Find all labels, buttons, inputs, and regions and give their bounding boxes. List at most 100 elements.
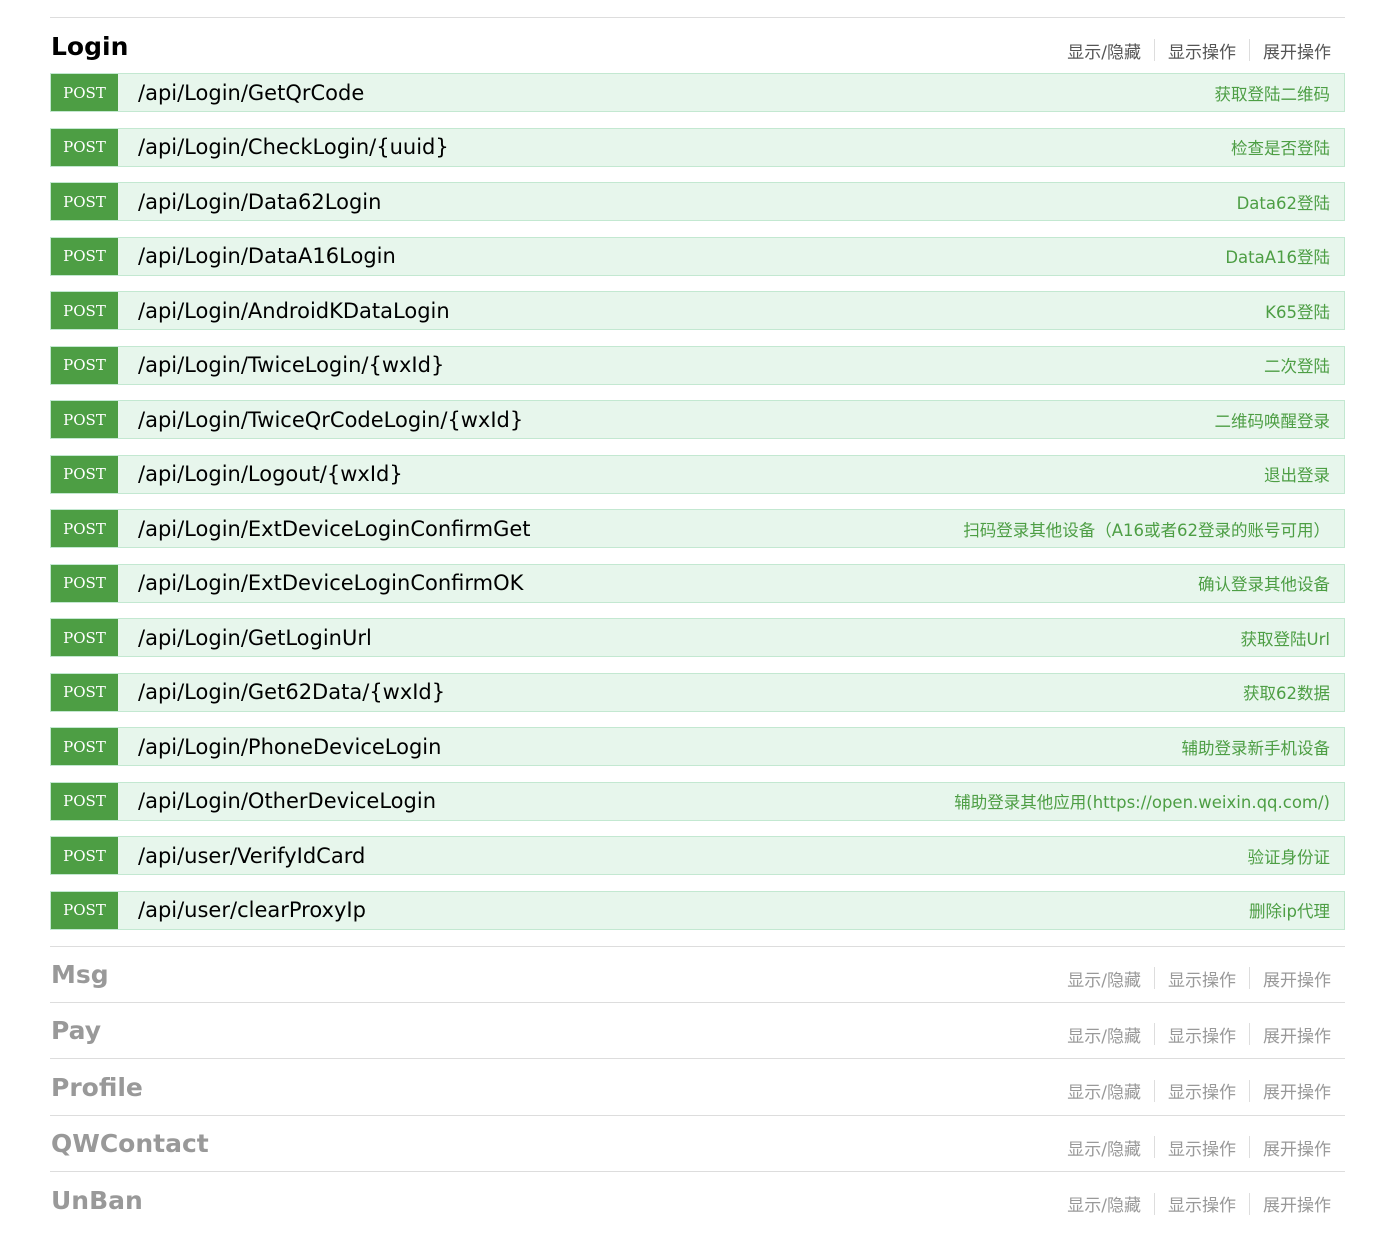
operation-row[interactable]: POST/api/Login/ExtDeviceLoginConfirmGet 扫… xyxy=(50,509,1345,548)
toggle-visibility-link[interactable]: 显示/隐藏 xyxy=(1067,1022,1141,1047)
method-badge[interactable]: POST xyxy=(51,128,118,166)
operation-summary[interactable]: 退出登录 xyxy=(1264,456,1330,493)
operation-path[interactable]: /api/user/VerifyIdCard xyxy=(138,837,365,874)
operation-summary[interactable]: K65登陆 xyxy=(1265,292,1330,329)
operation-path[interactable]: /api/Login/Get62Data/{wxId} xyxy=(138,674,445,711)
operation-row[interactable]: POST/api/user/clearProxyIp 删除ip代理 xyxy=(50,890,1345,930)
operation-row[interactable]: POST/api/Login/TwiceQrCodeLogin/{wxId} 二维… xyxy=(50,400,1345,439)
operation-path[interactable]: /api/Login/DataA16Login xyxy=(138,238,396,275)
operation-row[interactable]: POST/api/user/VerifyIdCard 验证身份证 xyxy=(50,836,1345,875)
operation-summary[interactable]: 获取登陆二维码 xyxy=(1215,74,1331,111)
list-operations-link[interactable]: 显示操作 xyxy=(1168,1078,1236,1103)
operations-list: POST/api/Login/GetQrCode 获取登陆二维码 POST/api/… xyxy=(50,73,1345,945)
section-header: QWContact 显示/隐藏 显示操作 展开操作 xyxy=(50,1116,1345,1172)
section-pay: Pay 显示/隐藏 显示操作 展开操作 xyxy=(50,1003,1345,1060)
toggle-visibility-link[interactable]: 显示/隐藏 xyxy=(1067,1191,1141,1216)
expand-operations-link[interactable]: 展开操作 xyxy=(1263,1022,1331,1047)
operation-summary[interactable]: 二次登陆 xyxy=(1264,347,1330,384)
operation-row[interactable]: POST/api/Login/TwiceLogin/{wxId} 二次登陆 xyxy=(50,345,1345,385)
section-title[interactable]: UnBan xyxy=(51,1184,143,1218)
list-operations-link[interactable]: 显示操作 xyxy=(1168,1135,1236,1160)
operation-row[interactable]: POST/api/Login/GetLoginUrl 获取登陆Url xyxy=(50,618,1345,657)
section-header: Msg 显示/隐藏 显示操作 展开操作 xyxy=(50,947,1345,1003)
list-operations-link[interactable]: 显示操作 xyxy=(1168,38,1236,63)
method-badge[interactable]: POST xyxy=(51,292,118,329)
method-badge[interactable]: POST xyxy=(51,728,118,765)
toggle-visibility-link[interactable]: 显示/隐藏 xyxy=(1067,966,1141,991)
section-actions: 显示/隐藏 显示操作 展开操作 xyxy=(1067,1022,1331,1047)
operation-summary[interactable]: 扫码登录其他设备（A16或者62登录的账号可用） xyxy=(963,510,1330,547)
expand-operations-link[interactable]: 展开操作 xyxy=(1263,1135,1331,1160)
method-badge[interactable]: POST xyxy=(51,564,118,602)
section-title[interactable]: QWContact xyxy=(51,1127,209,1161)
method-badge[interactable]: POST xyxy=(51,673,118,711)
expand-operations-link[interactable]: 展开操作 xyxy=(1263,38,1331,63)
section-profile: Profile 显示/隐藏 显示操作 展开操作 xyxy=(50,1060,1345,1116)
operation-path[interactable]: /api/Login/Logout/{wxId} xyxy=(138,456,403,493)
expand-operations-link[interactable]: 展开操作 xyxy=(1263,966,1331,991)
operation-row[interactable]: POST/api/Login/OtherDeviceLogin 辅助登录其他应用(… xyxy=(50,781,1345,821)
operation-summary[interactable]: 获取登陆Url xyxy=(1241,619,1330,656)
section-header: UnBan 显示/隐藏 显示操作 展开操作 xyxy=(50,1173,1345,1229)
operation-row[interactable]: POST/api/Login/DataA16Login DataA16登陆 xyxy=(50,236,1345,276)
operation-summary[interactable]: DataA16登陆 xyxy=(1225,238,1330,275)
expand-operations-link[interactable]: 展开操作 xyxy=(1263,1078,1331,1103)
operation-row[interactable]: POST/api/Login/Logout/{wxId} 退出登录 xyxy=(50,454,1345,494)
operation-summary[interactable]: 辅助登录其他应用(https://open.weixin.qq.com/) xyxy=(954,783,1330,820)
method-badge[interactable]: POST xyxy=(51,401,118,438)
list-operations-link[interactable]: 显示操作 xyxy=(1168,1022,1236,1047)
operation-path[interactable]: /api/user/clearProxyIp xyxy=(138,892,366,929)
toggle-visibility-link[interactable]: 显示/隐藏 xyxy=(1067,38,1141,63)
section-header: Login 显示/隐藏 显示操作 展开操作 xyxy=(50,18,1345,74)
method-badge[interactable]: POST xyxy=(51,74,118,111)
method-badge[interactable]: POST xyxy=(51,782,118,820)
method-badge[interactable]: POST xyxy=(51,346,118,384)
method-badge[interactable]: POST xyxy=(51,237,118,275)
action-divider xyxy=(1249,39,1250,61)
action-divider xyxy=(1154,1023,1155,1046)
operation-row[interactable]: POST/api/Login/CheckLogin/{uuid} 检查是否登陆 xyxy=(50,127,1345,167)
operation-row[interactable]: POST/api/Login/GetQrCode 获取登陆二维码 xyxy=(50,73,1345,112)
operation-path[interactable]: /api/Login/TwiceQrCodeLogin/{wxId} xyxy=(138,401,523,438)
method-badge[interactable]: POST xyxy=(51,837,118,874)
section-title[interactable]: Login xyxy=(51,30,128,64)
operation-path[interactable]: /api/Login/Data62Login xyxy=(138,183,381,220)
expand-operations-link[interactable]: 展开操作 xyxy=(1263,1191,1331,1216)
method-badge[interactable]: POST xyxy=(51,510,118,547)
list-operations-link[interactable]: 显示操作 xyxy=(1168,966,1236,991)
method-badge[interactable]: POST xyxy=(51,183,118,220)
method-badge[interactable]: POST xyxy=(51,891,118,929)
operation-path[interactable]: /api/Login/ExtDeviceLoginConfirmGet xyxy=(138,510,531,547)
action-divider xyxy=(1249,1079,1250,1102)
operation-row[interactable]: POST/api/Login/Get62Data/{wxId} 获取62数据 xyxy=(50,672,1345,712)
operation-summary[interactable]: 辅助登录新手机设备 xyxy=(1182,728,1331,765)
operation-row[interactable]: POST/api/Login/PhoneDeviceLogin 辅助登录新手机设备 xyxy=(50,727,1345,766)
operation-path[interactable]: /api/Login/TwiceLogin/{wxId} xyxy=(138,347,444,384)
operation-path[interactable]: /api/Login/OtherDeviceLogin xyxy=(138,783,436,820)
toggle-visibility-link[interactable]: 显示/隐藏 xyxy=(1067,1078,1141,1103)
method-badge[interactable]: POST xyxy=(51,455,118,493)
operation-row[interactable]: POST/api/Login/Data62Login Data62登陆 xyxy=(50,182,1345,221)
operation-path[interactable]: /api/Login/GetLoginUrl xyxy=(138,619,372,656)
toggle-visibility-link[interactable]: 显示/隐藏 xyxy=(1067,1135,1141,1160)
operation-path[interactable]: /api/Login/ExtDeviceLoginConfirmOK xyxy=(138,565,523,602)
operation-summary[interactable]: 检查是否登陆 xyxy=(1231,129,1330,166)
section-title[interactable]: Pay xyxy=(51,1014,101,1048)
operation-summary[interactable]: 验证身份证 xyxy=(1248,837,1331,874)
method-badge[interactable]: POST xyxy=(51,619,118,656)
section-header: Profile 显示/隐藏 显示操作 展开操作 xyxy=(50,1060,1345,1116)
list-operations-link[interactable]: 显示操作 xyxy=(1168,1191,1236,1216)
operation-path[interactable]: /api/Login/CheckLogin/{uuid} xyxy=(138,129,449,166)
operation-row[interactable]: POST/api/Login/ExtDeviceLoginConfirmOK 确认… xyxy=(50,563,1345,603)
operation-path[interactable]: /api/Login/PhoneDeviceLogin xyxy=(138,728,441,765)
operation-path[interactable]: /api/Login/GetQrCode xyxy=(138,74,364,111)
operation-path[interactable]: /api/Login/AndroidKDataLogin xyxy=(138,292,450,329)
operation-summary[interactable]: 删除ip代理 xyxy=(1249,892,1330,929)
operation-summary[interactable]: 二维码唤醒登录 xyxy=(1215,401,1331,438)
operation-row[interactable]: POST/api/Login/AndroidKDataLogin K65登陆 xyxy=(50,291,1345,330)
operation-summary[interactable]: 获取62数据 xyxy=(1243,674,1330,711)
operation-summary[interactable]: Data62登陆 xyxy=(1237,183,1330,220)
section-title[interactable]: Msg xyxy=(51,958,109,992)
section-title[interactable]: Profile xyxy=(51,1071,143,1105)
operation-summary[interactable]: 确认登录其他设备 xyxy=(1198,565,1330,602)
